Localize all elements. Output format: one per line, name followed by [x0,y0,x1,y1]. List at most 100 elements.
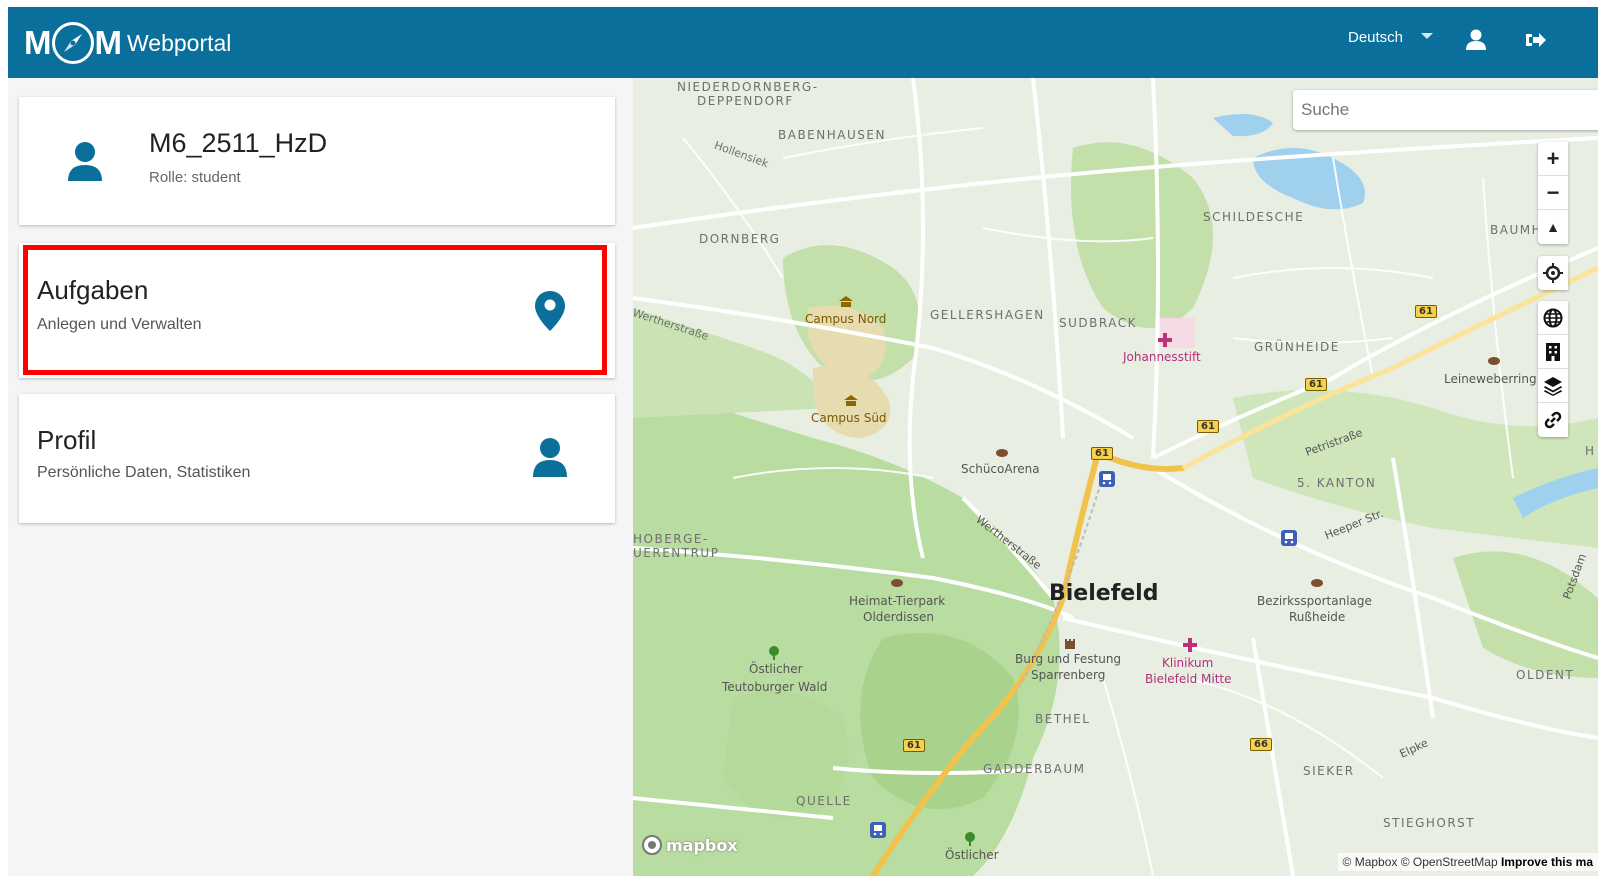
logout-icon[interactable] [1522,27,1548,53]
map-geolocate-control [1538,256,1568,290]
map-poi-russheide: Rußheide [1289,610,1346,624]
map-label-5-kanton: 5. KANTON [1297,476,1377,490]
user-icon [65,141,105,188]
map-label-bethel: BETHEL [1035,712,1091,726]
train-station-icon [1099,471,1115,487]
globe-button[interactable] [1538,301,1568,335]
app-logo[interactable]: M M Webportal [24,19,231,67]
park-tree-icon [769,646,779,660]
map-poi-oestlicher-2: Östlicher [945,848,999,862]
link-icon [1544,411,1562,429]
aufgaben-subtitle: Anlegen und Verwalten [37,316,202,333]
park-tree-icon [965,832,975,846]
map-poi-heimat-tierpark: Heimat-Tierpark [849,594,946,608]
attribution-text: © Mapbox © OpenStreetMap [1342,855,1498,869]
map-poi-klinikum: Klinikum [1162,656,1214,670]
map-label-h: H [1585,444,1596,458]
castle-icon [1065,639,1075,649]
map-layer-controls [1538,301,1568,437]
map-label-sudbrack: SUDBRACK [1059,316,1137,330]
globe-icon [1543,308,1563,327]
zoo-icon [891,579,903,587]
map-poi-sparrenberg: Sparrenberg [1031,668,1106,682]
map-poi-olderdissen: Olderdissen [863,610,934,624]
brand-name: Webportal [127,29,232,56]
language-label: Deutsch [1348,29,1404,46]
map-poi-schuecoarena: SchücoArena [961,462,1040,476]
building-icon [1488,357,1500,365]
stadium-icon [996,449,1008,457]
map-marker-icon [534,290,566,337]
user-role: Rolle: student [149,169,241,186]
map-label-hoberge: HOBERGE- [633,532,709,546]
logo-letter-m-right: M [94,24,122,61]
map-label-deppendorf: DEPPENDORF [697,94,794,108]
building-icon [1546,342,1560,361]
map-poi-bezirkssportanlage: Bezirkssportanlage [1257,594,1372,608]
aufgaben-title: Aufgaben [37,275,149,305]
app-frame: M M Webportal Deutsch M6_2511_HzD Rolle:… [8,7,1598,876]
sidebar-panel: M6_2511_HzD Rolle: student Aufgaben Anle… [8,78,633,876]
map-zoom-controls: + − ▲ [1538,142,1568,244]
map-label-gruenheide: GRÜNHEIDE [1254,340,1340,354]
map-search-input[interactable] [1293,90,1598,130]
map-label-gellershagen: GELLERSHAGEN [930,308,1045,322]
map-label-dornberg: DORNBERG [699,232,781,246]
user-info-card: M6_2511_HzD Rolle: student [19,97,615,225]
map-poi-oestlicher: Östlicher [749,662,803,676]
map-label-oldent: OLDENT [1516,668,1575,682]
map-label-babenhausen: BABENHAUSEN [778,128,886,142]
improve-map-link[interactable]: Improve this ma [1501,855,1593,869]
road-shield-66: 66 [1250,738,1272,751]
road-shield-61: 61 [903,739,925,752]
map-label-uerentrup: UERENTRUP [633,546,720,560]
hospital-icon [1158,333,1172,347]
road-shield-61: 61 [1415,305,1437,318]
logo-letter-m-left: M [24,24,51,61]
menu-card-profil[interactable]: Profil Persönliche Daten, Statistiken [19,394,615,523]
map-label-sieker: SIEKER [1303,764,1355,778]
user-account-icon[interactable] [1463,27,1489,53]
profil-subtitle: Persönliche Daten, Statistiken [37,464,251,481]
map-poi-campus-nord: Campus Nord [805,312,887,326]
map-label-quelle: QUELLE [796,794,852,808]
road-shield-61: 61 [1305,378,1327,391]
mapbox-logo-text: mapbox [666,835,738,855]
top-navbar: M M Webportal Deutsch [8,7,1598,78]
map-label-schildesche: SCHILDESCHE [1203,210,1305,224]
map-poi-campus-sued: Campus Süd [811,411,887,425]
train-station-icon [1281,530,1297,546]
sports-icon [1311,579,1323,587]
map-label-niederdornberg: NIEDERDORNBERG- [677,80,819,94]
compass-button[interactable]: ▲ [1538,210,1568,244]
train-station-icon [870,822,886,838]
share-link-button[interactable] [1538,403,1568,437]
profil-title: Profil [37,425,97,455]
zoom-out-button[interactable]: − [1538,176,1568,210]
mapbox-logo[interactable]: mapbox [641,834,738,856]
university-icon [839,296,853,307]
map-poi-burg-und-festung: Burg und Festung [1015,652,1122,666]
mapbox-logo-icon [642,835,662,855]
map-poi-teutoburger-wald: Teutoburger Wald [722,680,828,694]
crosshair-icon [1543,263,1563,283]
menu-card-aufgaben[interactable]: Aufgaben Anlegen und Verwalten [19,243,615,378]
map-label-baumh: BAUMH [1490,223,1543,237]
map-label-gadderbaum: GADDERBAUM [983,762,1086,776]
geolocate-button[interactable] [1538,256,1568,290]
road-shield-61: 61 [1091,447,1113,460]
map-city-bielefeld: Bielefeld [1049,581,1159,606]
compass-logo-icon [51,22,94,64]
language-dropdown[interactable]: Deutsch [1348,29,1434,46]
layers-icon [1544,376,1562,396]
layers-button[interactable] [1538,369,1568,403]
hospital-icon [1183,638,1197,652]
map-attribution: © Mapbox © OpenStreetMap Improve this ma [1337,853,1598,871]
caret-down-icon [1421,32,1434,39]
university-icon [844,395,858,406]
buildings-button[interactable] [1538,335,1568,369]
map-view[interactable]: NIEDERDORNBERG- DEPPENDORF BABENHAUSEN H… [633,78,1598,876]
user-icon [532,437,568,484]
zoom-in-button[interactable]: + [1538,142,1568,176]
map-poi-johannesstift: Johannesstift [1123,350,1201,364]
